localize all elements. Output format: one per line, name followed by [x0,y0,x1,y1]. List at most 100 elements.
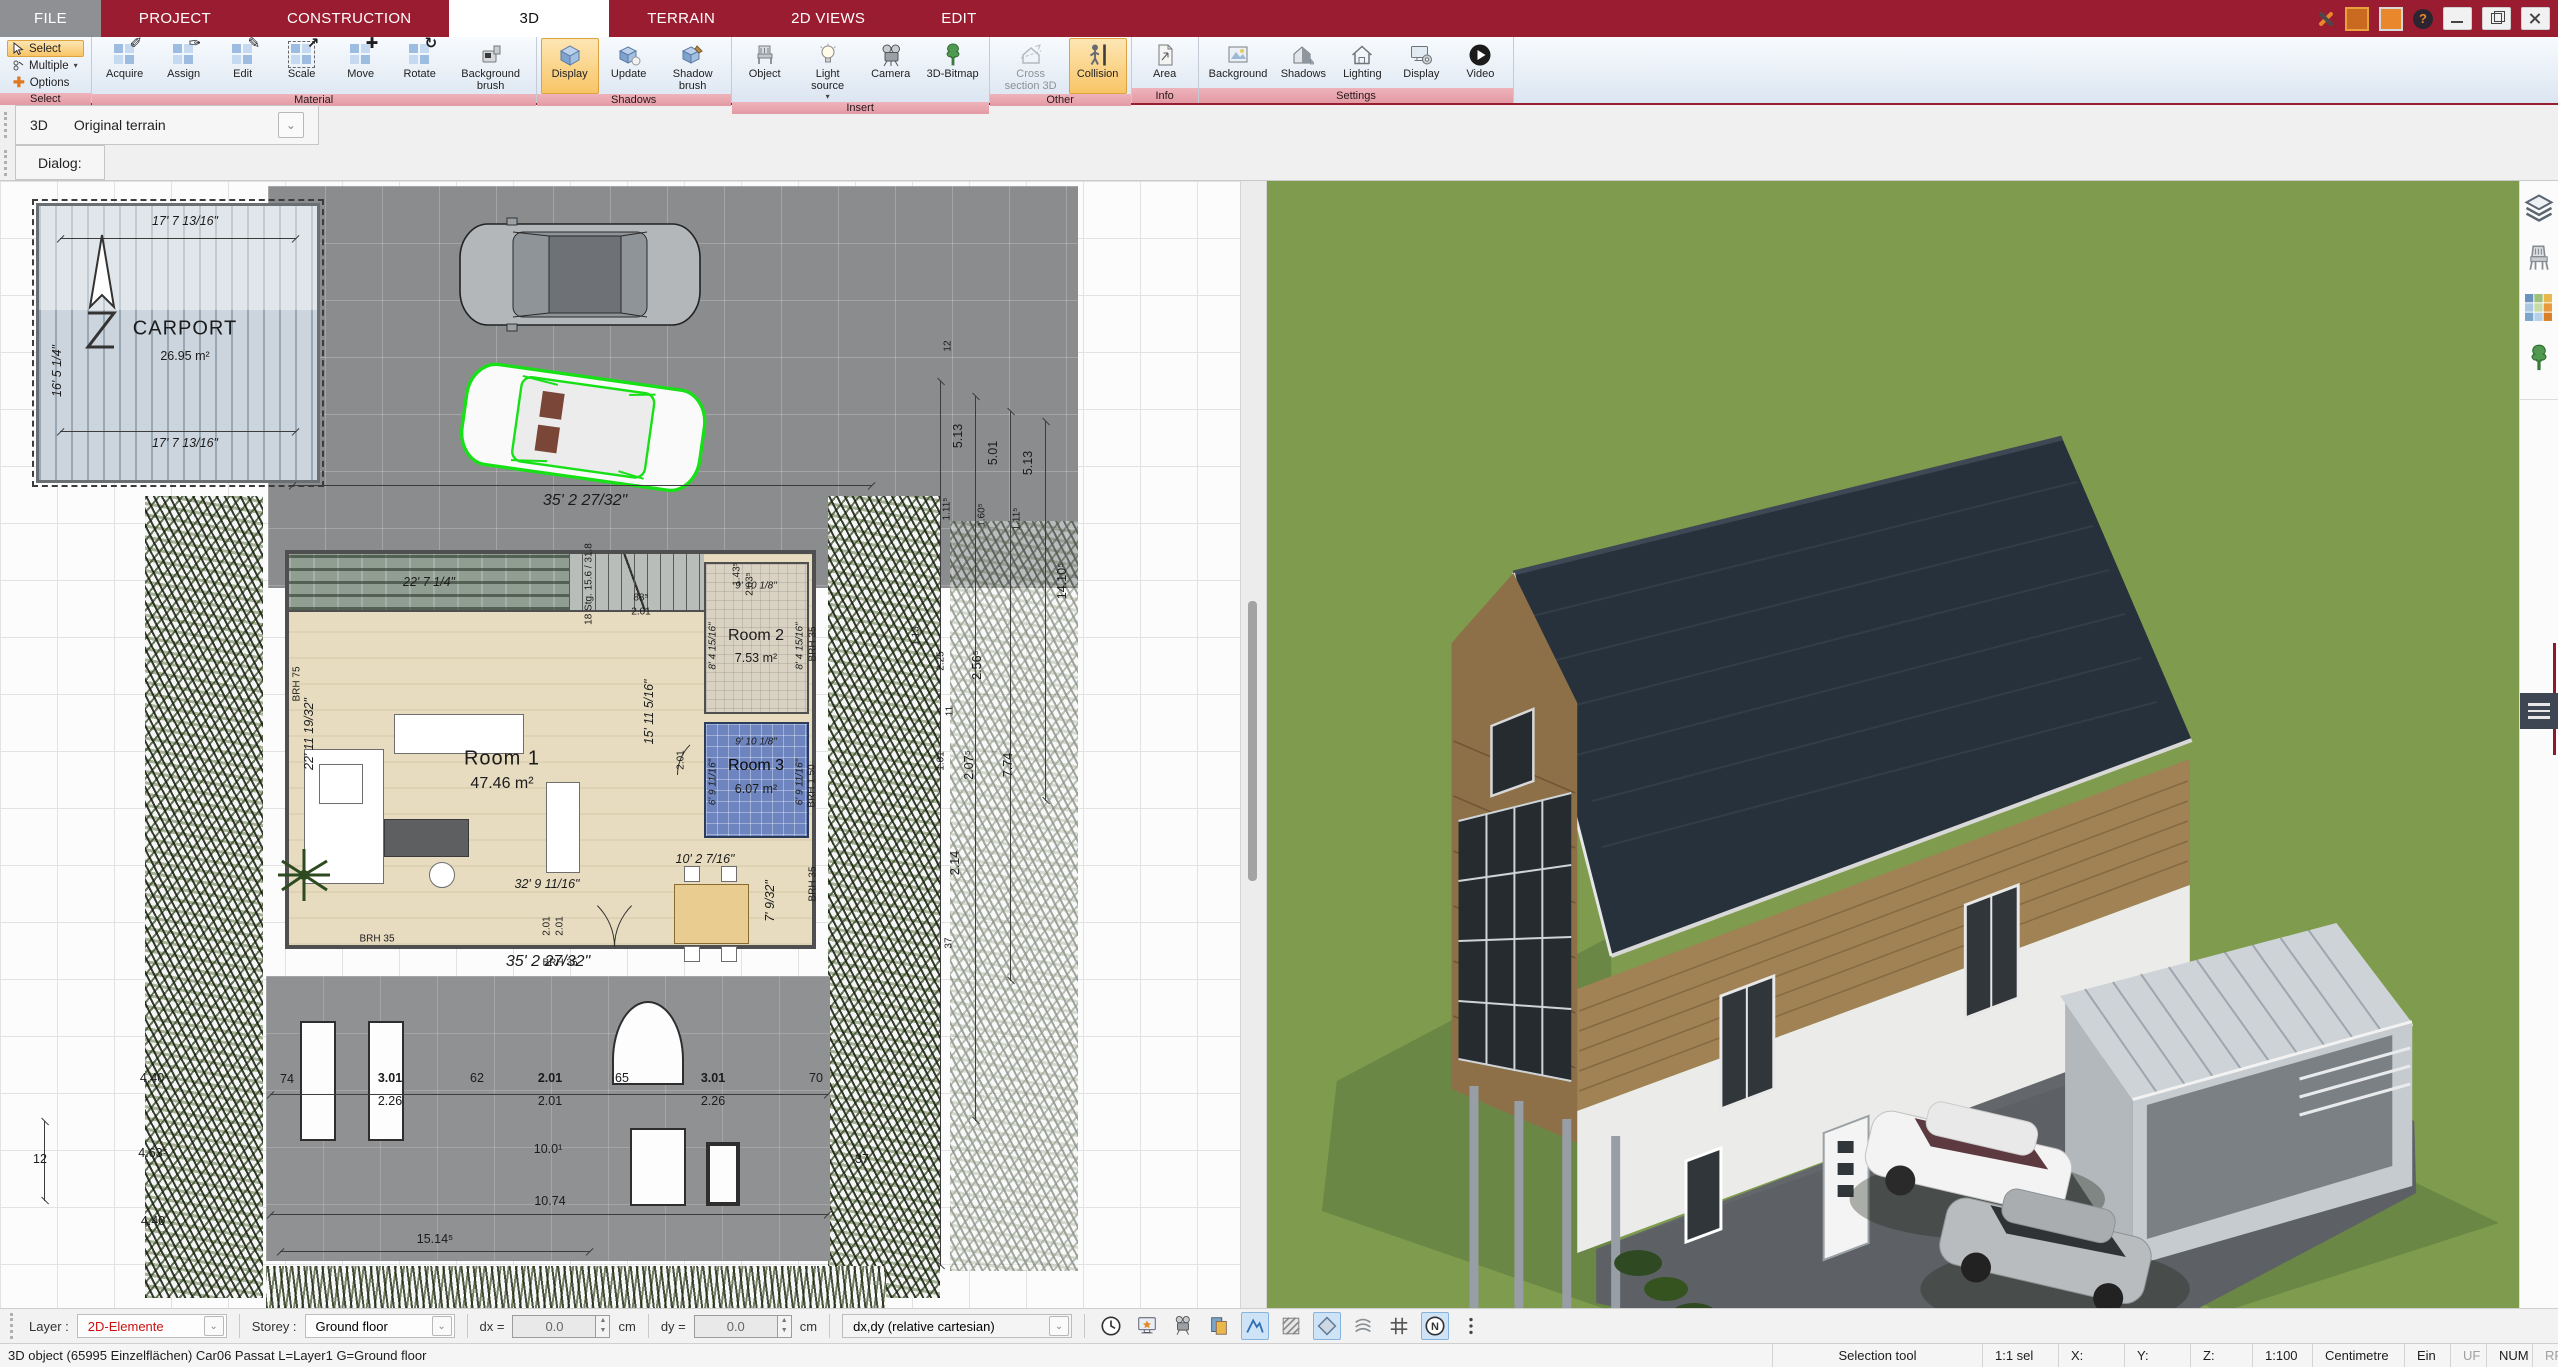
room3-dim-h: 6' 9 11/16" [795,759,806,805]
tab-2d-views[interactable]: 2D VIEWS [753,0,903,37]
chain-dim: 1.11⁵ [1012,508,1023,531]
background-settings-button[interactable]: Background [1203,38,1274,88]
elevation-dim: 2.01 [538,1094,562,1108]
chevron-down-icon: ⌄ [1049,1316,1069,1336]
toolbar-grip[interactable] [4,150,15,176]
camera-button[interactable]: Camera [862,38,920,102]
terrain-peak-icon[interactable] [1241,1312,1269,1340]
screen-icon[interactable] [2379,7,2403,31]
scrollbar-thumb[interactable] [1248,601,1257,881]
scale-icon [291,44,312,65]
storey-select[interactable]: Ground floor ⌄ [305,1314,455,1338]
shadows-settings-button[interactable]: Shadows [1274,38,1332,88]
tab-project[interactable]: PROJECT [101,0,249,37]
ribbon-group-select: Select Multiple▾ ✚ Options Select [0,37,92,103]
panel-handle[interactable] [2520,693,2558,729]
tab-edit[interactable]: EDIT [903,0,1014,37]
contour-icon[interactable] [1349,1312,1377,1340]
materials-icon[interactable] [2524,293,2554,323]
toolbar-grip[interactable] [4,112,15,138]
close-button[interactable] [2521,7,2550,30]
tab-construction[interactable]: CONSTRUCTION [249,0,449,37]
coordinate-mode-select[interactable]: dx,dy (relative cartesian) ⌄ [842,1314,1072,1338]
elevation-dim: 37 [855,1152,869,1166]
sofa [384,819,469,857]
update-shadows-button[interactable]: Update [600,38,658,94]
background-brush-button[interactable]: Background brush [450,38,532,94]
dy-input[interactable]: 0.0 [694,1315,778,1338]
tab-terrain[interactable]: TERRAIN [609,0,753,37]
plan-car-gray[interactable] [455,217,705,332]
select-button[interactable]: Select [7,40,84,57]
dx-unit: cm [618,1319,635,1334]
plant-icon [275,846,333,904]
dy-stepper[interactable]: ▲▼ [778,1315,792,1338]
bitmap-3d-button[interactable]: 3D-Bitmap [921,38,985,102]
object-button[interactable]: Object [736,38,794,102]
background-image-icon [1226,43,1250,67]
pane-splitter[interactable] [1240,181,1267,1308]
display-settings-button[interactable]: Display [1392,38,1450,88]
chain-dim: 7.74 [1001,753,1015,777]
left-wall-dim: 22' 11 19/32" [302,698,316,770]
elevation-dim: 74 [280,1072,294,1086]
tools-icon[interactable] [2315,9,2335,29]
display-shadows-button[interactable]: Display [541,38,599,94]
more-kebab-icon[interactable] [1457,1312,1485,1340]
clock-icon[interactable] [1097,1312,1125,1340]
multiple-button[interactable]: Multiple▾ [7,57,84,74]
chain-dim: 37 [944,937,955,948]
light-source-button[interactable]: Light source▾ [795,38,861,102]
layer-select[interactable]: 2D-Elemente ⌄ [77,1314,227,1338]
grid-icon[interactable] [1385,1312,1413,1340]
ribbon-group-shadows: Display Update Shadow brush Shadows [537,37,732,103]
layers-icon[interactable] [2524,193,2554,223]
dx-input[interactable]: 0.0 [512,1315,596,1338]
help-icon[interactable]: ? [2413,9,2433,29]
door-swing-arc [614,888,673,947]
elevation-dim: 2.26 [701,1094,725,1108]
dimension-line [292,485,872,486]
elevation-dim: 4.63⁵ [138,1146,168,1160]
status-z: Z: [2190,1344,2252,1367]
options-button[interactable]: ✚ Options [7,74,84,91]
card-stack-icon[interactable] [1205,1312,1233,1340]
area-button[interactable]: Area [1136,38,1194,88]
toolbar-grip[interactable] [10,1313,21,1339]
diamond-icon[interactable] [1313,1312,1341,1340]
video-button[interactable]: Video [1451,38,1509,88]
carport-title: CARPORT [133,318,237,341]
plan-2d-view[interactable]: 17' 7 13/16" CARPORT 26.95 m² 17' 7 13/1… [0,181,1240,1308]
room3-dim-w: 9' 10 1/8" [735,737,777,748]
screen-star-icon[interactable] [1133,1312,1161,1340]
render-3d-view[interactable] [1267,181,2519,1308]
assign-button[interactable]: Assign [155,38,213,94]
cross-section-3d-button[interactable]: Cross section 3D [994,38,1068,94]
dx-label: dx = [480,1319,505,1334]
restore-button[interactable] [2482,7,2511,30]
lighting-settings-button[interactable]: Lighting [1333,38,1391,88]
plants-icon[interactable] [2524,343,2554,373]
rotate-button[interactable]: Rotate [391,38,449,94]
collision-button[interactable]: Collision [1069,38,1127,94]
edit-button[interactable]: Edit [214,38,272,94]
elevation-dim: 10.74 [534,1194,565,1208]
furniture-icon[interactable] [2524,243,2554,273]
hatch-icon[interactable] [1277,1312,1305,1340]
tab-file[interactable]: FILE [0,0,101,37]
shadow-brush-button[interactable]: Shadow brush [659,38,727,94]
scale-button[interactable]: Scale [273,38,331,94]
chain-dim: 5.13 [951,424,965,448]
move-button[interactable]: Move [332,38,390,94]
dx-stepper[interactable]: ▲▼ [596,1315,610,1338]
group-label-settings: Settings [1199,88,1514,103]
north-toggle-icon[interactable]: N [1421,1312,1449,1340]
minimize-button[interactable] [2443,7,2472,30]
package-icon[interactable] [2345,7,2369,31]
kitchen-sink [319,764,363,804]
acquire-button[interactable]: Acquire [96,38,154,94]
terrain-select[interactable]: Original terrain ⌄ [74,112,304,138]
camera-small-icon[interactable] [1169,1312,1197,1340]
room1-name: Room 1 [464,748,540,771]
tab-3d[interactable]: 3D [449,0,609,37]
